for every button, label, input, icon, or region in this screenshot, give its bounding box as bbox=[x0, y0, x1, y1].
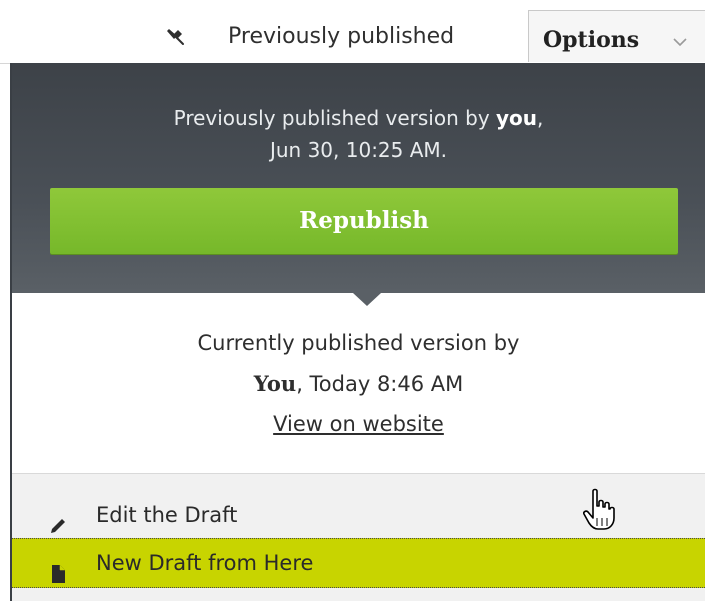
pencil-icon bbox=[48, 505, 68, 533]
current-version-user: You bbox=[253, 371, 297, 396]
top-bar: Previously published Options bbox=[0, 0, 705, 64]
republish-button[interactable]: Republish bbox=[50, 188, 678, 254]
previously-published-label[interactable]: Previously published bbox=[228, 24, 454, 49]
previous-version-prefix: Previously published version by bbox=[173, 106, 497, 130]
current-version-byline: You, Today 8:46 AM bbox=[12, 369, 705, 399]
previous-version-user: you bbox=[496, 106, 538, 130]
dropdown-pointer-arrow bbox=[353, 293, 381, 306]
menu-item-new-draft[interactable]: New Draft from Here bbox=[12, 538, 705, 588]
view-on-website-link[interactable]: View on website bbox=[273, 412, 444, 436]
chevron-down-icon bbox=[672, 33, 688, 47]
previous-version-section: Previously published version by you, Jun… bbox=[12, 63, 705, 293]
current-version-date: , Today 8:46 AM bbox=[296, 372, 464, 396]
options-button[interactable]: Options bbox=[528, 10, 705, 62]
previous-version-date: Jun 30, 10:25 AM. bbox=[269, 138, 448, 162]
previous-version-info: Previously published version by you, bbox=[12, 103, 705, 133]
previous-version-suffix: , bbox=[537, 106, 544, 130]
current-version-info: Currently published version by bbox=[197, 331, 520, 355]
menu-item-label: Edit the Draft bbox=[96, 503, 238, 527]
pin-icon[interactable] bbox=[165, 27, 185, 47]
document-icon bbox=[48, 553, 68, 583]
hand-cursor-icon bbox=[583, 488, 615, 532]
options-label: Options bbox=[543, 27, 640, 53]
view-on-website-row: View on website bbox=[12, 409, 705, 439]
menu-item-label: New Draft from Here bbox=[96, 551, 314, 575]
